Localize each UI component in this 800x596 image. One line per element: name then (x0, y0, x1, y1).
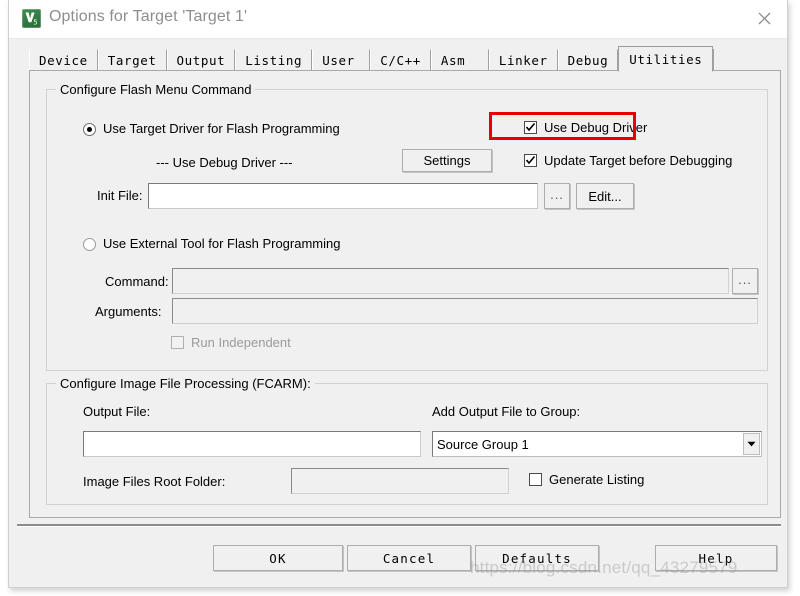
arguments-label: Arguments: (95, 304, 162, 319)
title-bar: 5 Options for Target 'Target 1' (9, 0, 787, 39)
arguments-input[interactable] (172, 298, 758, 324)
checkbox-run-independent-label: Run Independent (191, 335, 291, 350)
radio-use-external-tool[interactable] (83, 238, 96, 251)
command-browse-button[interactable]: ... (732, 268, 758, 294)
options-dialog: 5 Options for Target 'Target 1' Device T… (8, 0, 788, 588)
dialog-footer: OK Cancel Defaults Help (9, 527, 787, 587)
keil-uvision5-icon: 5 (22, 9, 41, 28)
radio-use-target-driver[interactable] (83, 123, 96, 136)
radio-use-external-tool-label: Use External Tool for Flash Programming (103, 236, 341, 251)
checkbox-use-debug-driver[interactable] (524, 121, 537, 134)
tab-device[interactable]: Device (29, 49, 98, 71)
configure-image-file-processing-group: Configure Image File Processing (FCARM):… (46, 376, 768, 505)
flash-driver-name: --- Use Debug Driver --- (156, 155, 293, 170)
command-input[interactable] (172, 268, 729, 294)
tab-listing[interactable]: Listing (235, 49, 313, 71)
defaults-button[interactable]: Defaults (475, 545, 599, 571)
checkbox-update-target-before-debugging[interactable] (524, 154, 537, 167)
utilities-tab-page: Configure Flash Menu Command Use Target … (29, 70, 781, 518)
image-files-root-folder-label: Image Files Root Folder: (83, 474, 226, 489)
configure-flash-menu-legend: Configure Flash Menu Command (56, 82, 256, 97)
tab-user[interactable]: User (312, 49, 371, 71)
tab-asm[interactable]: Asm (430, 49, 489, 71)
tab-c-cpp[interactable]: C/C++ (370, 49, 431, 71)
add-output-file-to-group-select[interactable]: Source Group 1 (432, 431, 762, 457)
output-file-input[interactable] (83, 431, 421, 457)
cancel-button[interactable]: Cancel (347, 545, 471, 571)
close-icon[interactable] (741, 0, 787, 37)
init-file-input[interactable] (148, 183, 538, 209)
tab-strip-endcap (713, 49, 715, 71)
init-file-label: Init File: (97, 188, 143, 203)
configure-flash-menu-group: Configure Flash Menu Command Use Target … (46, 82, 768, 371)
command-label: Command: (105, 274, 169, 289)
radio-use-target-driver-label: Use Target Driver for Flash Programming (103, 121, 340, 136)
tab-debug[interactable]: Debug (557, 49, 619, 71)
checkbox-run-independent[interactable] (171, 336, 184, 349)
add-output-file-to-group-label: Add Output File to Group: (432, 404, 581, 419)
configure-image-file-processing-legend: Configure Image File Processing (FCARM): (56, 376, 315, 391)
settings-button[interactable]: Settings (402, 149, 492, 172)
ok-button[interactable]: OK (213, 545, 343, 571)
checkbox-generate-listing-label: Generate Listing (549, 472, 645, 487)
tab-linker[interactable]: Linker (488, 49, 558, 71)
tab-output[interactable]: Output (166, 49, 236, 71)
checkbox-use-debug-driver-label: Use Debug Driver (544, 120, 648, 135)
output-file-label: Output File: (83, 404, 151, 419)
tab-target[interactable]: Target (97, 49, 167, 71)
tab-utilities[interactable]: Utilities (618, 46, 714, 72)
tab-strip[interactable]: Device Target Output Listing User C/C++ … (29, 46, 715, 72)
init-file-browse-button[interactable]: ... (544, 183, 570, 209)
help-button[interactable]: Help (655, 545, 777, 571)
dialog-title: Options for Target 'Target 1' (49, 8, 248, 25)
chevron-down-icon[interactable] (743, 433, 760, 455)
checkbox-generate-listing[interactable] (529, 473, 542, 486)
image-files-root-folder-input[interactable] (291, 468, 509, 494)
svg-text:5: 5 (33, 18, 37, 26)
init-file-edit-button[interactable]: Edit... (576, 183, 634, 209)
checkbox-update-target-before-debugging-label: Update Target before Debugging (544, 153, 733, 168)
add-output-file-to-group-value: Source Group 1 (437, 436, 529, 452)
